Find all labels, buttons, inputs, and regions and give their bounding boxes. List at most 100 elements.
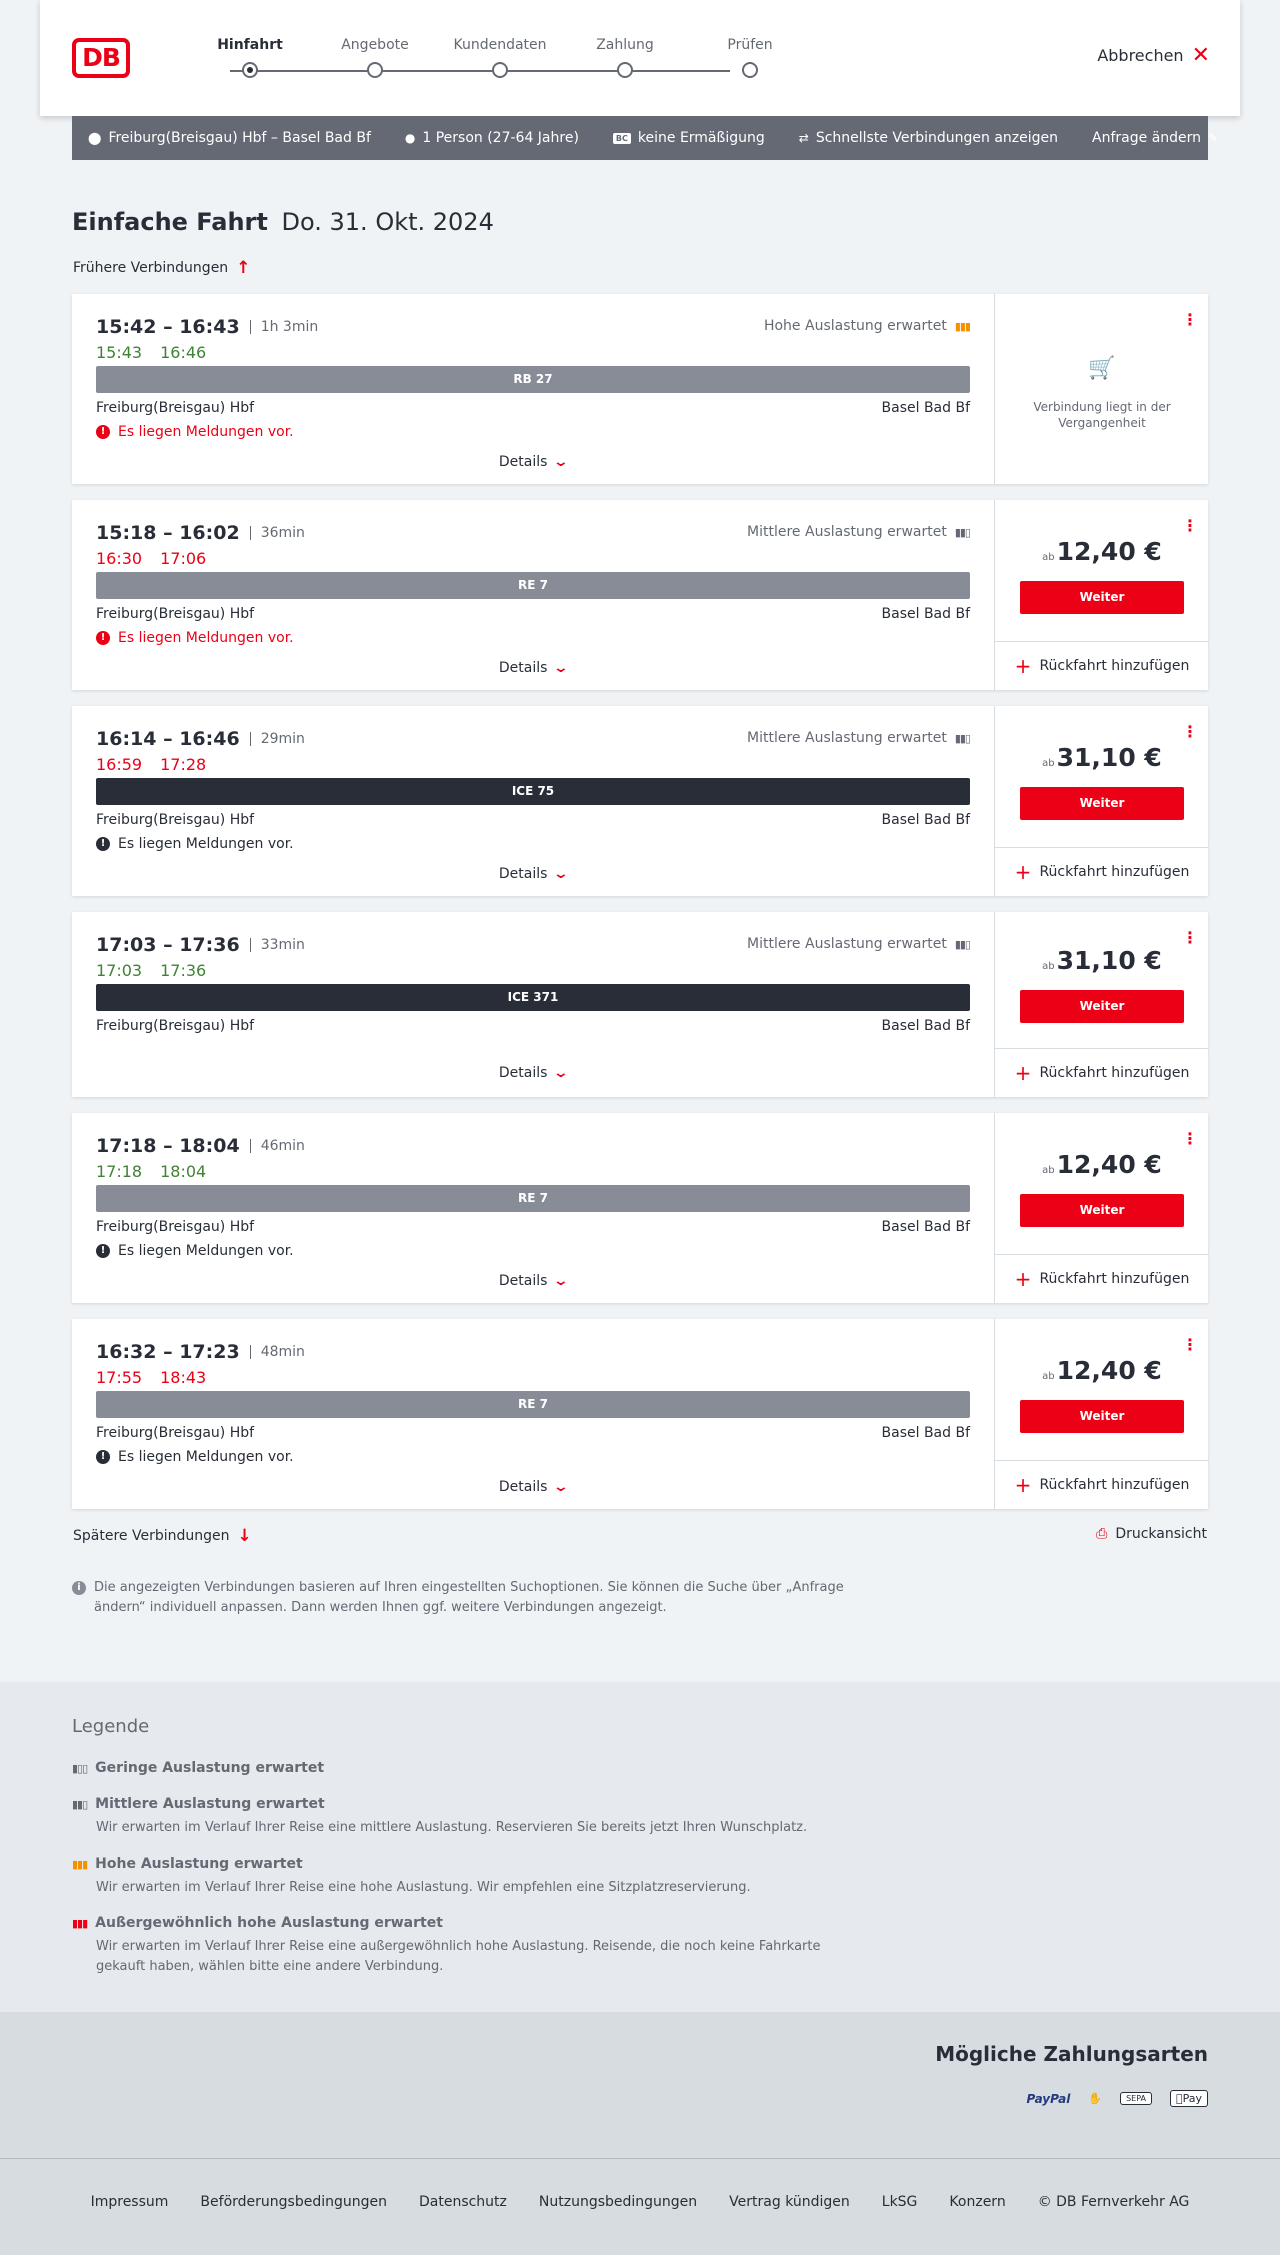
details-toggle[interactable]: Details ⌄ bbox=[72, 660, 994, 676]
footer-link-vertrag-kuendigen[interactable]: Vertrag kündigen bbox=[729, 2194, 850, 2210]
passenger-summary: ● 1 Person (27-64 Jahre) bbox=[405, 130, 579, 146]
chevron-down-icon: ⌄ bbox=[553, 1273, 570, 1289]
db-logo[interactable]: DB bbox=[72, 38, 130, 78]
continue-button[interactable]: Weiter bbox=[1020, 1194, 1184, 1227]
earlier-connections-link[interactable]: Frühere Verbindungen ↑ bbox=[73, 258, 250, 278]
train-segment-bar[interactable]: RB 27 bbox=[96, 366, 970, 393]
arrival-station: Basel Bad Bf bbox=[881, 812, 970, 828]
footer-link-nutzungsbedingungen[interactable]: Nutzungsbedingungen bbox=[539, 2194, 697, 2210]
add-return-trip-button[interactable]: + Rückfahrt hinzufügen bbox=[995, 641, 1209, 690]
print-view-link[interactable]: ⎙ Druckansicht bbox=[1096, 1526, 1207, 1542]
add-return-trip-button[interactable]: + Rückfahrt hinzufügen bbox=[995, 1048, 1209, 1097]
continue-button[interactable]: Weiter bbox=[1020, 581, 1184, 614]
connection-card[interactable]: 16:32 – 17:23 48min 17:55 18:43 RE 7 Frei… bbox=[72, 1319, 1209, 1509]
load-indicator: Mittlere Auslastung erwartet ▮▮▯ bbox=[747, 936, 971, 952]
details-toggle[interactable]: Details ⌄ bbox=[72, 1273, 994, 1289]
location-pin-icon: ⬤ bbox=[88, 131, 102, 145]
actual-arrival: 16:46 bbox=[160, 343, 207, 362]
price-value: 12,40 € bbox=[1056, 1356, 1162, 1385]
footer-link-impressum[interactable]: Impressum bbox=[91, 2194, 169, 2210]
message-text: Es liegen Meldungen vor. bbox=[118, 1449, 294, 1465]
details-label: Details bbox=[498, 454, 548, 470]
details-toggle[interactable]: Details ⌄ bbox=[72, 1479, 994, 1495]
actual-times: 17:03 17:36 bbox=[96, 961, 224, 980]
later-connections-link[interactable]: Spätere Verbindungen ↓ bbox=[73, 1526, 252, 1546]
search-info-note: i Die angezeigten Verbindungen basieren … bbox=[72, 1578, 852, 1618]
duration: 29min bbox=[249, 732, 305, 746]
continue-button[interactable]: Weiter bbox=[1020, 990, 1184, 1023]
legend-label: Hohe Auslastung erwartet bbox=[95, 1856, 303, 1872]
chevron-down-icon: ⌄ bbox=[553, 1065, 570, 1081]
connection-info: 16:32 – 17:23 48min 17:55 18:43 RE 7 Frei… bbox=[72, 1319, 994, 1509]
more-options-icon[interactable]: ⋮ bbox=[1182, 1335, 1198, 1354]
cancel-button[interactable]: Abbrechen ✕ bbox=[1097, 44, 1210, 66]
more-options-icon[interactable]: ⋮ bbox=[1182, 928, 1198, 947]
continue-button[interactable]: Weiter bbox=[1020, 1400, 1184, 1433]
scheduled-times: 16:14 – 16:46 29min bbox=[96, 728, 305, 750]
scheduled-times: 17:18 – 18:04 46min bbox=[96, 1135, 305, 1157]
footer-link-datenschutz[interactable]: Datenschutz bbox=[419, 2194, 507, 2210]
actual-departure: 16:59 bbox=[96, 755, 143, 774]
low-load-icon: ▮▯▯ bbox=[72, 1761, 88, 1775]
continue-button[interactable]: Weiter bbox=[1020, 787, 1184, 820]
load-text: Hohe Auslastung erwartet bbox=[763, 318, 947, 334]
duration: 33min bbox=[249, 938, 305, 952]
connection-card[interactable]: 15:18 – 16:02 36min 16:30 17:06 Mittlere … bbox=[72, 500, 1209, 690]
train-segment-bar[interactable]: RE 7 bbox=[96, 572, 970, 599]
payment-icons: PayPal ✋ SEPA Pay bbox=[1027, 2090, 1208, 2107]
legend-description: Wir erwarten im Verlauf Ihrer Reise eine… bbox=[96, 1820, 808, 1835]
footer-link-lksg[interactable]: LkSG bbox=[882, 2194, 918, 2210]
step-dot bbox=[242, 62, 258, 78]
legend-label: Außergewöhnlich hohe Auslastung erwartet bbox=[95, 1915, 443, 1931]
arrival-station: Basel Bad Bf bbox=[881, 1219, 970, 1235]
time-range: 16:14 – 16:46 bbox=[96, 728, 240, 750]
connection-card[interactable]: 17:18 – 18:04 46min 17:18 18:04 RE 7 Frei… bbox=[72, 1113, 1209, 1303]
more-options-icon[interactable]: ⋮ bbox=[1182, 516, 1198, 535]
duration: 46min bbox=[249, 1139, 305, 1153]
connection-card[interactable]: 16:14 – 16:46 29min 16:59 17:28 Mittlere … bbox=[72, 706, 1209, 896]
details-toggle[interactable]: Details ⌄ bbox=[72, 1065, 994, 1081]
add-return-trip-button[interactable]: + Rückfahrt hinzufügen bbox=[995, 1460, 1209, 1509]
earlier-label: Frühere Verbindungen bbox=[73, 260, 229, 276]
apple-pay-icon: Pay bbox=[1170, 2090, 1208, 2107]
add-return-trip-button[interactable]: + Rückfahrt hinzufügen bbox=[995, 1254, 1209, 1303]
more-options-icon[interactable]: ⋮ bbox=[1182, 1129, 1198, 1148]
time-range: 17:03 – 17:36 bbox=[96, 934, 240, 956]
step-dot bbox=[742, 62, 758, 78]
footer: Impressum Beförderungsbedingungen Datens… bbox=[0, 2158, 1280, 2255]
train-segment-bar[interactable]: ICE 75 bbox=[96, 778, 970, 805]
details-label: Details bbox=[498, 866, 548, 882]
change-request-button[interactable]: Anfrage ändern ✎ bbox=[1092, 130, 1218, 146]
cart-unavailable-icon: 🛒 bbox=[1088, 356, 1116, 381]
connection-card[interactable]: 15:42 – 16:43 1h 3min 15:43 16:46 Hohe Au… bbox=[72, 294, 1208, 484]
step-kundendaten[interactable]: Kundendaten bbox=[440, 36, 560, 78]
step-label: Prüfen bbox=[727, 37, 773, 53]
step-zahlung[interactable]: Zahlung bbox=[565, 36, 685, 78]
arrival-station: Basel Bad Bf bbox=[881, 400, 970, 416]
more-options-icon[interactable]: ⋮ bbox=[1182, 722, 1198, 741]
connection-card[interactable]: 17:03 – 17:36 33min 17:03 17:36 Mittlere … bbox=[72, 912, 1209, 1097]
footer-link-befoerderungsbedingungen[interactable]: Beförderungsbedingungen bbox=[200, 2194, 387, 2210]
step-angebote[interactable]: Angebote bbox=[315, 36, 435, 78]
actual-departure: 17:55 bbox=[96, 1368, 143, 1387]
load-indicator: Hohe Auslastung erwartet ▮▮▮ bbox=[763, 318, 971, 334]
footer-link-konzern[interactable]: Konzern bbox=[949, 2194, 1005, 2210]
price-prefix: ab bbox=[1042, 552, 1055, 563]
details-toggle[interactable]: Details ⌄ bbox=[72, 866, 994, 882]
train-segment-bar[interactable]: RE 7 bbox=[96, 1185, 970, 1212]
train-segment-bar[interactable]: RE 7 bbox=[96, 1391, 970, 1418]
train-segment-bar[interactable]: ICE 371 bbox=[96, 984, 970, 1011]
print-label: Druckansicht bbox=[1115, 1526, 1207, 1542]
add-return-trip-button[interactable]: + Rückfahrt hinzufügen bbox=[995, 847, 1209, 896]
change-request-label: Anfrage ändern bbox=[1092, 130, 1202, 146]
arrow-up-icon: ↑ bbox=[236, 258, 251, 278]
load-indicator: Mittlere Auslastung erwartet ▮▮▯ bbox=[747, 524, 971, 540]
fastest-connections-toggle[interactable]: ⇄ Schnellste Verbindungen anzeigen bbox=[799, 130, 1058, 146]
payment-methods-section: Mögliche Zahlungsarten PayPal ✋ SEPA Pa… bbox=[0, 2012, 1280, 2158]
arrival-station: Basel Bad Bf bbox=[881, 1018, 970, 1034]
details-toggle[interactable]: Details ⌄ bbox=[72, 454, 994, 470]
route-summary: ⬤ Freiburg(Breisgau) Hbf – Basel Bad Bf bbox=[88, 130, 371, 146]
more-options-icon[interactable]: ⋮ bbox=[1182, 310, 1198, 329]
step-pruefen[interactable]: Prüfen bbox=[690, 36, 810, 78]
price-panel: ⋮ ab12,40 € Weiter + Rückfahrt hinzufüge… bbox=[994, 1319, 1209, 1509]
